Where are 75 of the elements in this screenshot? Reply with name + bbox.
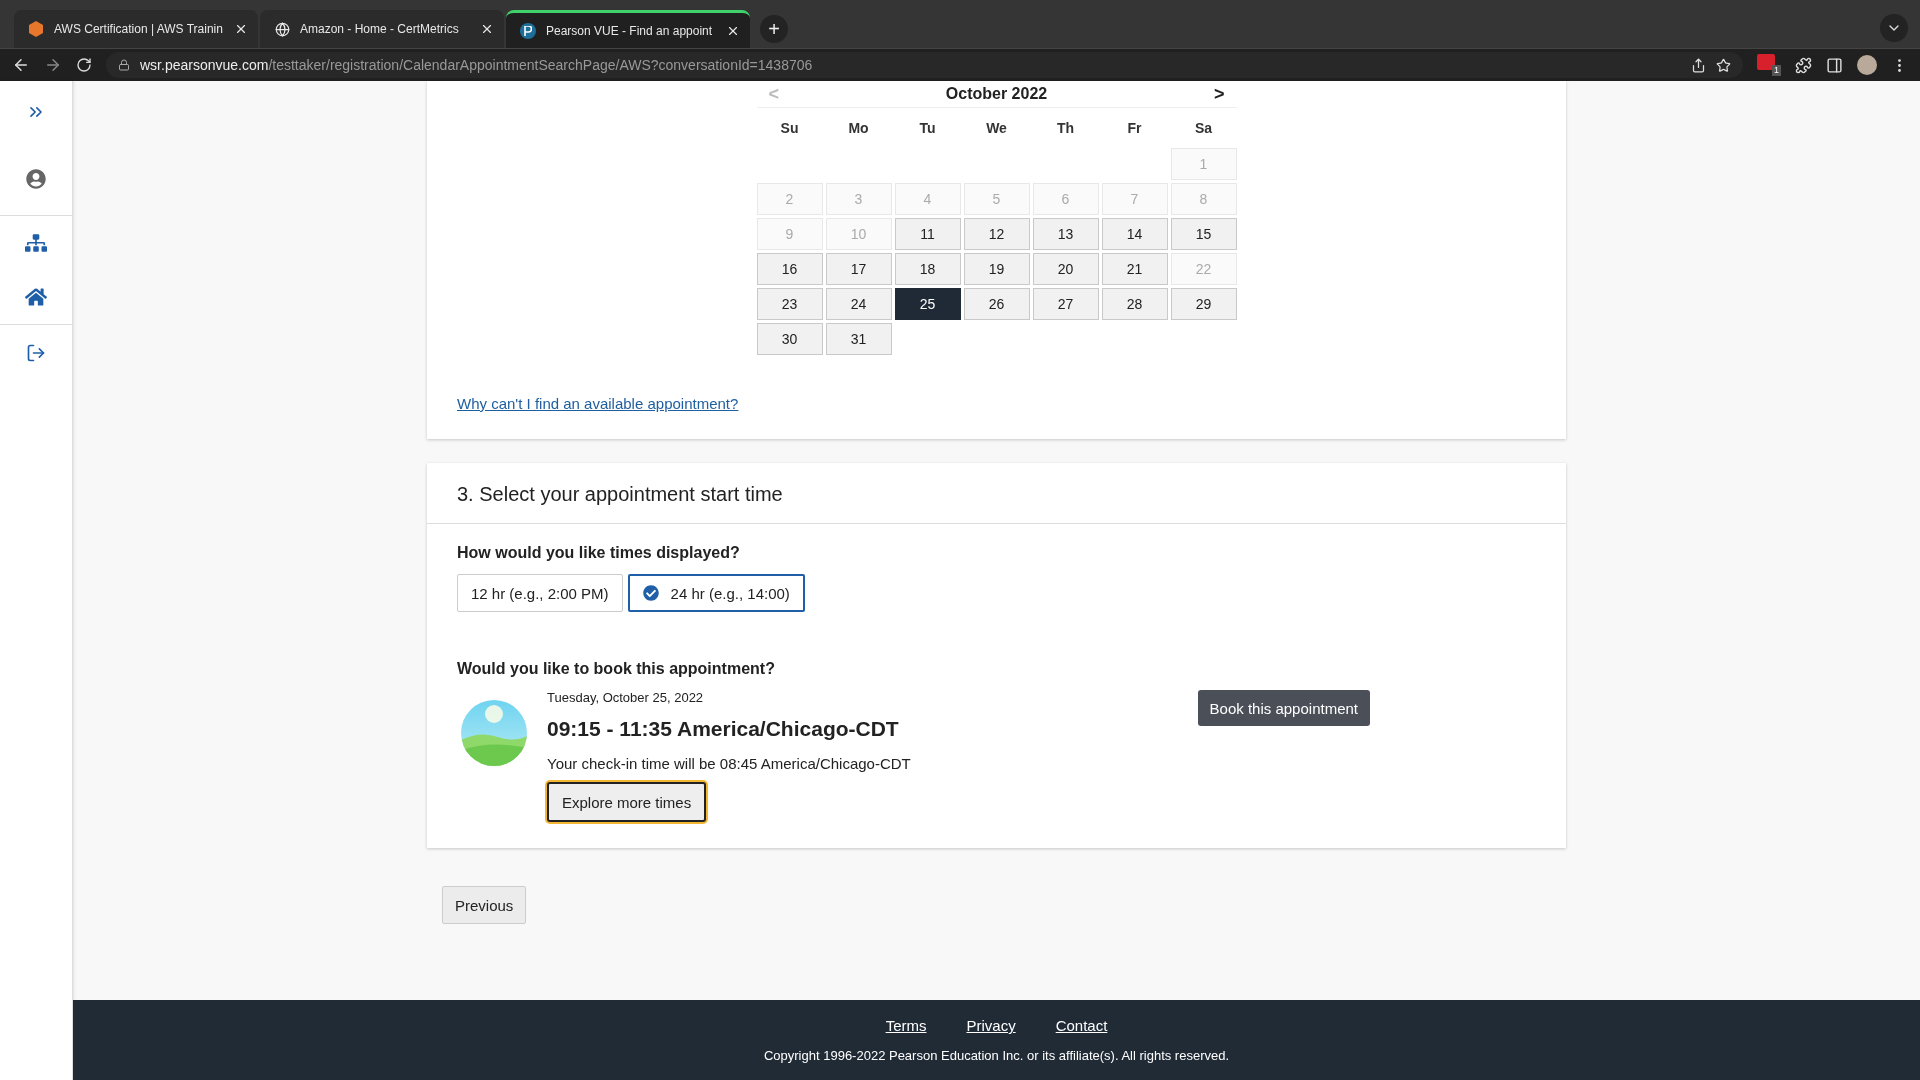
- tab-title: AWS Certification | AWS Trainin: [54, 22, 224, 36]
- close-icon[interactable]: [480, 22, 494, 36]
- cube-icon: [29, 21, 43, 37]
- calendar-day[interactable]: 21: [1101, 253, 1168, 285]
- calendar-day[interactable]: 24: [825, 288, 892, 320]
- calendar-day[interactable]: 27: [1032, 288, 1099, 320]
- footer-link[interactable]: Privacy: [966, 1017, 1016, 1034]
- new-tab-button[interactable]: +: [760, 15, 788, 43]
- book-question: Would you like to book this appointment?: [457, 660, 776, 678]
- time-format-option[interactable]: 12 hr (e.g., 2:00 PM): [457, 574, 623, 612]
- book-appointment-button[interactable]: Book this appointment: [1197, 690, 1370, 726]
- weekday-label: Sa: [1193, 119, 1214, 138]
- reload-icon[interactable]: [76, 57, 92, 73]
- back-icon[interactable]: [12, 56, 30, 74]
- home-icon[interactable]: [25, 286, 47, 308]
- check-in-time: Your check-in time will be 08:45 America/Chicago-CDT: [547, 755, 911, 772]
- calendar-day[interactable]: 28: [1101, 288, 1168, 320]
- calendar-day[interactable]: 13: [1032, 218, 1099, 250]
- next-month-button[interactable]: >: [1209, 83, 1229, 105]
- calendar-day[interactable]: 12: [963, 218, 1030, 250]
- calendar-day[interactable]: 29: [1170, 288, 1237, 320]
- calendar-day[interactable]: 16: [756, 253, 823, 285]
- copyright-text: Copyright 1996-2022 Pearson Education Inc. or its affiliate(s). All rights reserved.: [763, 1048, 1230, 1063]
- calendar-day[interactable]: 23: [756, 288, 823, 320]
- format-question: How would you like times displayed?: [457, 544, 741, 562]
- calendar-day[interactable]: 25: [894, 288, 961, 320]
- browser-tab[interactable]: Amazon - Home - CertMetrics: [260, 10, 504, 48]
- weekday-label: Fr: [1126, 119, 1143, 138]
- appointment-time: 09:15 - 11:35 America/Chicago-CDT: [547, 717, 899, 741]
- logout-icon[interactable]: [26, 343, 46, 363]
- calendar-day[interactable]: 31: [825, 323, 892, 355]
- time-format-option[interactable]: 24 hr (e.g., 14:00): [627, 574, 805, 612]
- calendar-day[interactable]: 15: [1170, 218, 1237, 250]
- previous-button[interactable]: Previous: [442, 886, 527, 924]
- help-link[interactable]: Why can't I find an available appointment?: [457, 395, 739, 412]
- tab-title: Amazon - Home - CertMetrics: [300, 22, 460, 36]
- globe-icon: [274, 21, 290, 37]
- site-favicon-icon: [520, 22, 536, 39]
- calendar-day[interactable]: 14: [1101, 218, 1168, 250]
- profile-avatar[interactable]: [1857, 55, 1877, 75]
- browser-tab[interactable]: Pearson VUE - Find an appoint: [506, 10, 750, 48]
- extension-badge: 1: [1772, 65, 1781, 76]
- extensions-icon[interactable]: [1795, 56, 1812, 74]
- forward-icon[interactable]: [44, 56, 62, 74]
- side-panel-icon[interactable]: [1826, 56, 1843, 74]
- weekday-label: We: [985, 119, 1008, 138]
- footer-link[interactable]: Contact: [1055, 1017, 1108, 1034]
- user-icon[interactable]: [26, 169, 46, 189]
- month-title: October 2022: [945, 85, 1048, 103]
- url-host: wsr.pearsonvue.com: [140, 57, 269, 73]
- calendar-day[interactable]: 11: [894, 218, 961, 250]
- calendar-day[interactable]: 19: [963, 253, 1030, 285]
- weekday-label: Su: [779, 119, 800, 138]
- weekday-label: Th: [1055, 119, 1076, 138]
- tab-title: Pearson VUE - Find an appoint: [546, 23, 714, 38]
- calendar-day[interactable]: 18: [894, 253, 961, 285]
- url-path: /testtaker/registration/CalendarAppointmentSearchPage/AWS?conversationId=1438706: [268, 57, 813, 73]
- browser-tab[interactable]: AWS Certification | AWS Trainin: [14, 10, 258, 48]
- calendar-day[interactable]: 26: [963, 288, 1030, 320]
- lock-icon: [118, 59, 130, 71]
- sitemap-icon[interactable]: [25, 232, 47, 254]
- weekday-label: Tu: [918, 119, 937, 138]
- calendar-day[interactable]: 20: [1032, 253, 1099, 285]
- close-icon[interactable]: [234, 22, 248, 36]
- bookmark-star-icon[interactable]: [1716, 57, 1731, 73]
- footer-link[interactable]: Terms: [885, 1017, 927, 1034]
- weekday-label: Mo: [847, 119, 870, 138]
- address-bar[interactable]: wsr.pearsonvue.com/testtaker/registration/CalendarAppointmentSearchPage/AWS?conversationId=1438706: [106, 52, 1743, 78]
- share-icon[interactable]: [1691, 57, 1706, 73]
- tab-search-button[interactable]: [1880, 14, 1908, 42]
- calendar-day[interactable]: 17: [825, 253, 892, 285]
- explore-more-times-button[interactable]: Explore more times: [547, 782, 707, 822]
- appointment-date: Tuesday, October 25, 2022: [547, 690, 704, 705]
- calendar-day[interactable]: 30: [756, 323, 823, 355]
- section-title: 3. Select your appointment start time: [427, 463, 1566, 524]
